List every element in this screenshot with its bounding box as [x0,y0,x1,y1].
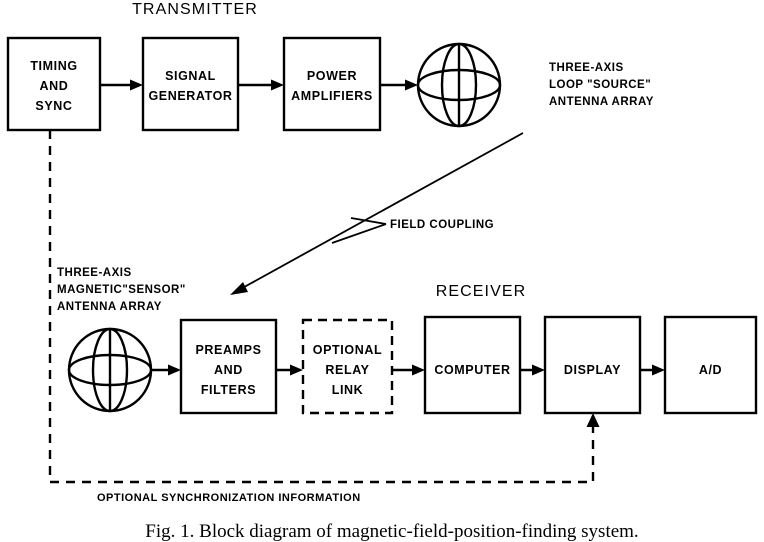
block-timing-and-sync-line-1: TIMING [30,59,77,73]
block-optional-relay-link[interactable]: OPTIONAL RELAY LINK [301,318,394,415]
sensor-antenna-sphere[interactable] [67,327,153,413]
block-preamps-and-filters-line-1: PREAMPS [195,343,261,357]
arrow-computer-to-display [520,364,545,376]
block-power-amplifiers-line-1: POWER [307,69,357,83]
block-signal-generator-line-1: SIGNAL [165,69,216,83]
block-power-amplifiers-line-2: AMPLIFIERS [291,89,373,103]
block-computer-label: COMPUTER [434,363,510,377]
arrow-timing-to-signal-generator [100,79,143,91]
sensor-antenna-label-line-3: ANTENNA ARRAY [57,301,162,313]
block-display[interactable]: DISPLAY [543,315,642,415]
source-antenna-label-line-2: LOOP "SOURCE" [549,79,651,91]
arrow-display-to-analog-to-digital [640,364,665,376]
source-antenna-label-line-1: THREE-AXIS [549,62,624,74]
block-optional-relay-link-line-2: RELAY [325,363,369,377]
optional-synchronization-label: OPTIONAL SYNCHRONIZATION INFORMATION [97,492,361,504]
block-timing-and-sync-line-3: SYNC [35,99,72,113]
source-antenna-label: THREE-AXIS LOOP "SOURCE" ANTENNA ARRAY [549,62,654,108]
block-power-amplifiers-box [282,36,382,132]
block-optional-relay-link-line-3: LINK [332,383,364,397]
field-coupling-path [230,132,524,295]
arrow-power-amplifiers-to-source-antenna [380,79,418,91]
arrow-signal-generator-to-power-amplifiers [238,79,284,91]
arrow-sensor-antenna-to-preamps [151,364,181,376]
sensor-antenna-label-line-1: THREE-AXIS [57,267,132,279]
arrow-relay-link-to-computer [392,364,425,376]
block-preamps-and-filters-line-2: AND [214,363,243,377]
arrow-preamps-to-relay-link [276,364,303,376]
block-computer[interactable]: COMPUTER [423,315,522,415]
block-signal-generator[interactable]: SIGNAL GENERATOR [141,36,240,132]
field-coupling-label: FIELD COUPLING [390,219,494,231]
sensor-antenna-label-line-2: MAGNETIC"SENSOR" [57,284,186,296]
block-power-amplifiers[interactable]: POWER AMPLIFIERS [282,36,382,132]
receiver-heading: RECEIVER [436,283,527,300]
block-preamps-and-filters-line-3: FILTERS [201,383,256,397]
source-antenna-sphere[interactable] [416,42,502,128]
block-diagram: TRANSMITTER RECEIVER TIMING AND SYNC SIG… [6,1,758,542]
block-signal-generator-line-2: GENERATOR [148,89,232,103]
transmitter-heading: TRANSMITTER [132,1,258,18]
block-timing-and-sync-line-2: AND [40,79,69,93]
figure-caption: Fig. 1. Block diagram of magnetic-field-… [145,521,638,542]
block-signal-generator-box [141,36,240,132]
block-optional-relay-link-line-1: OPTIONAL [313,343,382,357]
sensor-antenna-label: THREE-AXIS MAGNETIC"SENSOR" ANTENNA ARRA… [57,267,186,313]
block-analog-to-digital[interactable]: A/D [663,315,758,415]
block-analog-to-digital-label: A/D [699,363,722,377]
block-timing-and-sync[interactable]: TIMING AND SYNC [6,36,102,132]
source-antenna-label-line-3: ANTENNA ARRAY [549,96,654,108]
block-display-label: DISPLAY [564,363,621,377]
block-preamps-and-filters[interactable]: PREAMPS AND FILTERS [179,318,278,415]
